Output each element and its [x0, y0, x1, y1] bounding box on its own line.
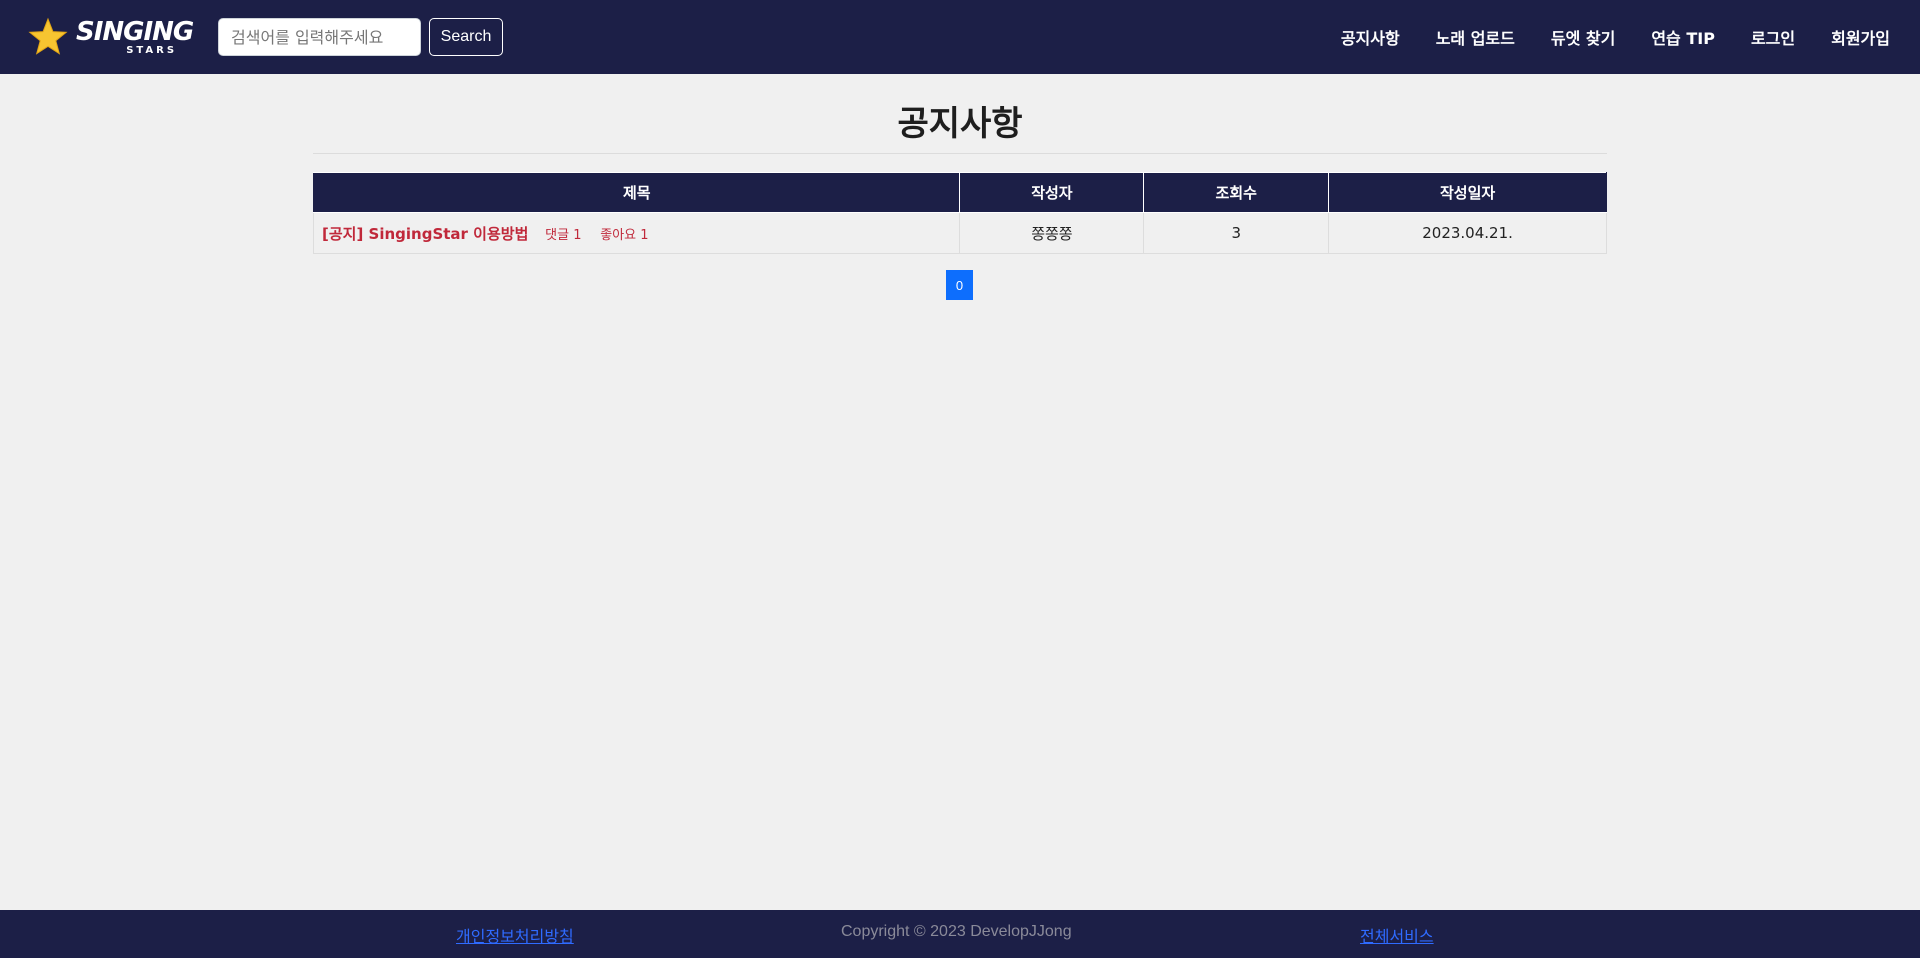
footer-all-services-link[interactable]: 전체서비스 — [1360, 923, 1434, 947]
table-header-row: 제목 작성자 조회수 작성일자 — [312, 172, 1607, 213]
column-title: 제목 — [312, 172, 961, 213]
post-author: 쫑쫑쫑 — [959, 212, 1145, 254]
top-navbar: SINGING STARS Search 공지사항 노래 업로드 듀엣 찾기 연… — [0, 0, 1920, 74]
post-views: 3 — [1143, 212, 1330, 254]
column-author: 작성자 — [959, 172, 1145, 213]
nav-practice-tip[interactable]: 연습 TIP — [1651, 25, 1715, 49]
post-like-count: 좋아요 1 — [600, 227, 649, 243]
nav-find-duet[interactable]: 듀엣 찾기 — [1551, 25, 1615, 49]
brand-main-text: SINGING — [76, 16, 194, 47]
footer-copyright: Copyright © 2023 DevelopJJong — [841, 923, 1072, 940]
brand-logo[interactable]: SINGING STARS — [28, 14, 194, 60]
post-title-cell: [공지] SingingStar 이용방법 댓글 1 좋아요 1 — [312, 212, 961, 254]
nav-song-upload[interactable]: 노래 업로드 — [1436, 25, 1515, 49]
page-title: 공지사항 — [897, 104, 1023, 144]
column-views: 조회수 — [1143, 172, 1330, 213]
nav-login[interactable]: 로그인 — [1751, 25, 1795, 49]
notice-table: 제목 작성자 조회수 작성일자 [공지] SingingStar 이용방법 댓글… — [312, 172, 1607, 254]
nav-signup[interactable]: 회원가입 — [1831, 25, 1890, 49]
column-date: 작성일자 — [1328, 172, 1607, 213]
table-row: [공지] SingingStar 이용방법 댓글 1 좋아요 1 쫑쫑쫑 3 2… — [312, 212, 1607, 254]
post-date: 2023.04.21. — [1328, 212, 1607, 254]
post-title-link[interactable]: [공지] SingingStar 이용방법 — [322, 225, 528, 243]
title-divider — [313, 153, 1607, 154]
post-comment-count: 댓글 1 — [545, 227, 582, 243]
page-button-active[interactable]: 0 — [946, 270, 973, 300]
brand-sub-text: STARS — [126, 44, 178, 56]
nav-notice[interactable]: 공지사항 — [1341, 25, 1400, 49]
search-button[interactable]: Search — [429, 18, 503, 56]
star-icon — [28, 17, 68, 55]
main-nav: 공지사항 노래 업로드 듀엣 찾기 연습 TIP 로그인 회원가입 — [1305, 0, 1890, 74]
brand-text: SINGING STARS — [76, 16, 194, 56]
footer-privacy-link[interactable]: 개인정보처리방침 — [456, 923, 574, 947]
search-input[interactable] — [218, 18, 421, 56]
footer: 개인정보처리방침 Copyright © 2023 DevelopJJong 전… — [0, 910, 1920, 958]
